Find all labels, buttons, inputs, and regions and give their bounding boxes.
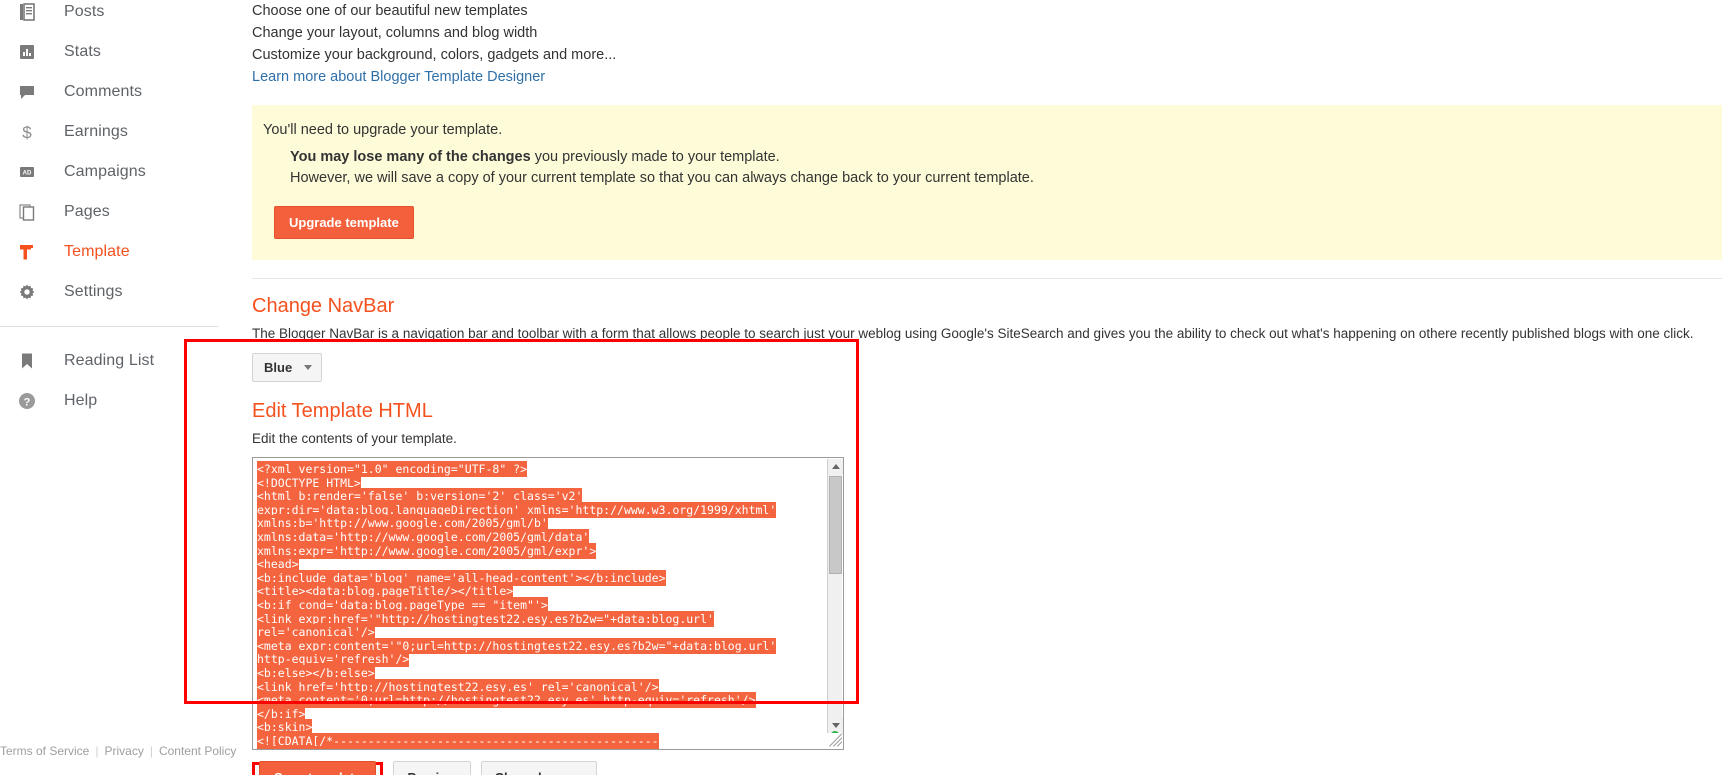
navbar-color-value: Blue: [264, 360, 292, 375]
campaigns-icon: AD: [12, 160, 42, 184]
sidebar-item-label: Reading List: [64, 352, 154, 370]
sidebar-item-label: Earnings: [64, 123, 128, 141]
comments-icon: [12, 80, 42, 104]
stats-icon: [12, 40, 42, 64]
sidebar-item-earnings[interactable]: $ Earnings: [0, 112, 240, 152]
designer-line-2: Change your layout, columns and blog wid…: [252, 22, 1722, 44]
sidebar-item-label: Posts: [64, 3, 105, 21]
preview-button[interactable]: Preview: [393, 761, 470, 775]
designer-line-3: Customize your background, colors, gadge…: [252, 44, 1722, 66]
change-navbar-title: Change NavBar: [252, 295, 1722, 318]
sidebar-divider: [0, 326, 218, 327]
notice-bold-text: You may lose many of the changes: [290, 149, 531, 165]
clear-changes-button[interactable]: Clear changes: [481, 761, 598, 775]
settings-icon: [12, 280, 42, 304]
footer-separator: |: [95, 744, 98, 758]
sidebar-item-help[interactable]: ? Help: [0, 381, 240, 421]
bookmark-icon: [12, 349, 42, 373]
notice-rest-text: you previously made to your template.: [531, 149, 780, 165]
textarea-resize-handle[interactable]: [827, 733, 842, 748]
sidebar-item-label: Settings: [64, 283, 123, 301]
pages-icon: [12, 200, 42, 224]
earnings-icon: $: [12, 120, 42, 144]
editor-buttons-row: Save template Preview Clear changes: [252, 761, 1722, 775]
sidebar-item-comments[interactable]: Comments: [0, 72, 240, 112]
scrollbar-thumb[interactable]: [829, 476, 842, 574]
section-divider: [252, 278, 1722, 279]
template-html-textarea[interactable]: <?xml version="1.0" encoding="UTF-8" ?><…: [252, 457, 844, 750]
terms-of-service-link[interactable]: Terms of Service: [0, 744, 89, 758]
help-icon: ?: [12, 389, 42, 413]
sidebar-item-pages[interactable]: Pages: [0, 192, 240, 232]
code-line: <meta content='0;url=http://hostingtest2…: [257, 694, 843, 708]
svg-text:$: $: [22, 123, 32, 142]
sidebar-item-label: Pages: [64, 203, 110, 221]
sidebar-item-stats[interactable]: Stats: [0, 32, 240, 72]
blogger-template-page: Posts Stats Comments $ Earnings AD Campa…: [0, 0, 1722, 775]
main-content: Choose one of our beautiful new template…: [240, 0, 1722, 775]
sidebar-item-reading-list[interactable]: Reading List: [0, 341, 240, 381]
sidebar-item-label: Help: [64, 392, 97, 410]
sidebar-item-label: Template: [64, 243, 130, 261]
footer-links: Terms of Service | Privacy | Content Policy: [0, 744, 240, 758]
code-line: </b:if>: [257, 708, 843, 722]
code-line: xmlns:expr='http://www.google.com/2005/g…: [257, 545, 843, 559]
posts-icon: [12, 0, 42, 24]
sidebar-item-template[interactable]: Template: [0, 232, 240, 272]
change-navbar-description: The Blogger NavBar is a navigation bar a…: [252, 326, 1722, 341]
privacy-link[interactable]: Privacy: [104, 744, 143, 758]
sidebar-item-label: Stats: [64, 43, 101, 61]
footer-separator: |: [150, 744, 153, 758]
sidebar-item-posts[interactable]: Posts: [0, 0, 240, 32]
template-designer-blurb: Choose one of our beautiful new template…: [252, 0, 1722, 88]
content-policy-link[interactable]: Content Policy: [159, 744, 236, 758]
svg-text:?: ?: [24, 397, 31, 409]
template-code-content: <?xml version="1.0" encoding="UTF-8" ?><…: [253, 458, 843, 750]
sidebar-item-label: Comments: [64, 83, 142, 101]
upgrade-notice: You'll need to upgrade your template. Yo…: [252, 105, 1722, 260]
navbar-color-dropdown[interactable]: Blue: [252, 353, 322, 382]
designer-line-1: Choose one of our beautiful new template…: [252, 0, 1722, 22]
editor-scrollbar[interactable]: [827, 459, 842, 748]
notice-line-2: However, we will save a copy of your cur…: [290, 168, 1722, 189]
notice-body: You may lose many of the changes you pre…: [290, 147, 1722, 189]
sidebar-item-campaigns[interactable]: AD Campaigns: [0, 152, 240, 192]
scroll-up-arrow-icon[interactable]: [828, 459, 843, 474]
learn-more-link[interactable]: Learn more about Blogger Template Design…: [252, 69, 545, 85]
sidebar-item-label: Campaigns: [64, 163, 146, 181]
sidebar-item-settings[interactable]: Settings: [0, 272, 240, 312]
svg-text:AD: AD: [23, 171, 32, 177]
notice-title: You'll need to upgrade your template.: [263, 122, 1722, 138]
save-template-highlight: Save template: [252, 762, 383, 775]
template-editor-wrap: <?xml version="1.0" encoding="UTF-8" ?><…: [252, 457, 1722, 775]
sidebar: Posts Stats Comments $ Earnings AD Campa…: [0, 0, 240, 775]
edit-template-html-title: Edit Template HTML: [252, 400, 1722, 423]
template-icon: [12, 240, 42, 264]
save-template-button[interactable]: Save template: [259, 761, 376, 775]
edit-template-html-description: Edit the contents of your template.: [252, 431, 1722, 446]
chevron-down-icon: [304, 365, 312, 370]
upgrade-template-button[interactable]: Upgrade template: [274, 206, 414, 239]
